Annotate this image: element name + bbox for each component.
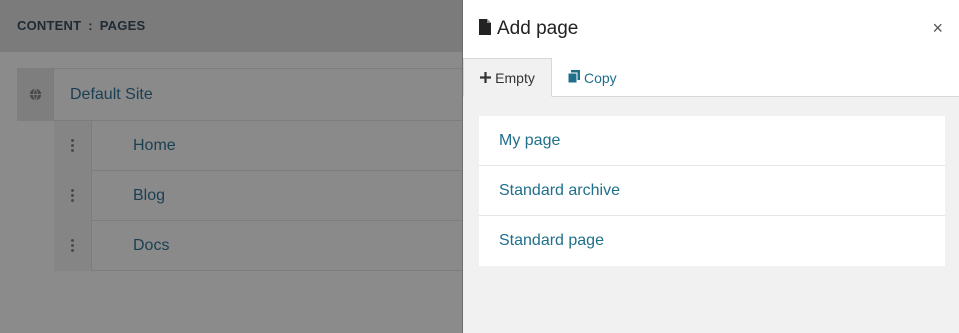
- drag-handle-icon[interactable]: [54, 120, 92, 171]
- drag-handle-icon[interactable]: [54, 170, 92, 221]
- tree-row[interactable]: Home: [54, 120, 462, 171]
- list-item[interactable]: Standard archive: [479, 166, 945, 216]
- page-label: Docs: [133, 236, 170, 254]
- plus-icon: [480, 70, 492, 86]
- drag-handle-icon[interactable]: [54, 220, 92, 271]
- tab-copy[interactable]: Copy: [567, 58, 617, 97]
- breadcrumb-separator: :: [88, 18, 93, 33]
- list-item[interactable]: Standard page: [479, 216, 945, 266]
- tab-copy-label: Copy: [584, 69, 617, 86]
- breadcrumb-page: PAGES: [99, 18, 146, 33]
- file-icon: [479, 18, 491, 40]
- list-item[interactable]: My page: [479, 116, 945, 166]
- copy-icon: [567, 69, 580, 86]
- page-type-list: My page Standard archive Standard page: [479, 116, 945, 266]
- tab-bar: Empty Copy: [463, 58, 959, 97]
- site-label: Default Site: [70, 85, 153, 103]
- tab-empty[interactable]: Empty: [463, 58, 552, 97]
- page-label: Home: [133, 136, 176, 154]
- background-page: CONTENT: PAGES Default Site Home Blog Doc…: [0, 0, 462, 333]
- page-tree: Default Site Home Blog Docs: [17, 68, 462, 271]
- add-page-panel: Add page × Empty Copy My page Standard a…: [462, 0, 959, 333]
- panel-title: Add page: [497, 18, 579, 39]
- breadcrumb-section: CONTENT: [17, 18, 82, 33]
- tree-site-row[interactable]: Default Site: [17, 68, 462, 121]
- tab-empty-label: Empty: [495, 69, 535, 86]
- page-label: Blog: [133, 186, 166, 204]
- panel-header: Add page ×: [463, 0, 959, 58]
- tree-row[interactable]: Blog: [54, 170, 462, 221]
- globe-icon: [17, 68, 54, 121]
- breadcrumb: CONTENT: PAGES: [0, 0, 462, 52]
- close-icon[interactable]: ×: [932, 18, 943, 39]
- tree-row[interactable]: Docs: [54, 220, 462, 271]
